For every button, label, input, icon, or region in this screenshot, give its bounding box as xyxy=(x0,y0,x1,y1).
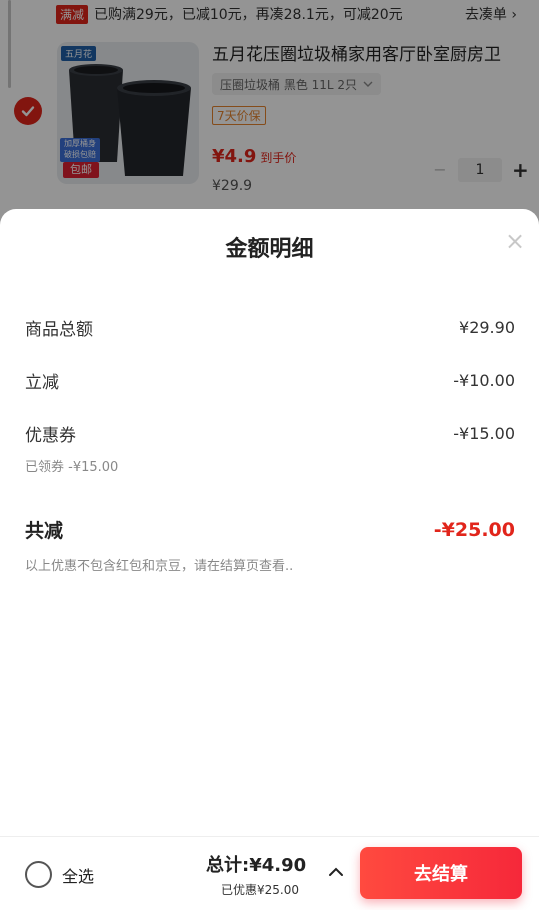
row-value: -¥15.00 xyxy=(453,424,515,443)
checkout-bar: 全选 总计:¥4.90 已优惠¥25.00 去结算 xyxy=(0,836,539,910)
row-label: 优惠券 xyxy=(25,426,76,446)
row-label: 立减 xyxy=(25,373,59,393)
amount-details-sheet: 金额明细 × 商品总额 ¥29.90 立减 -¥10.00 优惠券 -¥15.0… xyxy=(0,209,539,910)
select-all-radio[interactable] xyxy=(25,861,52,888)
row-label: 商品总额 xyxy=(25,320,93,340)
sheet-title: 金额明细 xyxy=(225,237,314,262)
total-discount-label: 共减 xyxy=(25,520,64,542)
total-amount: 总计:¥4.90 xyxy=(206,855,307,876)
coupon-note: 已领券 -¥15.00 xyxy=(25,460,119,475)
total-summary[interactable]: 总计:¥4.90 已优惠¥25.00 xyxy=(206,851,314,898)
saved-amount: 已优惠¥25.00 xyxy=(221,883,299,897)
row-instant-discount: 立减 -¥10.00 xyxy=(25,368,515,393)
row-total-discount: 共减 -¥25.00 xyxy=(25,516,515,543)
close-icon[interactable]: × xyxy=(505,229,525,253)
select-all-label: 全选 xyxy=(62,866,95,886)
total-discount-value: -¥25.00 xyxy=(433,518,515,541)
row-goods-total: 商品总额 ¥29.90 xyxy=(25,315,515,340)
chevron-up-icon[interactable] xyxy=(328,865,344,879)
row-value: -¥10.00 xyxy=(453,371,515,390)
modal-backdrop[interactable] xyxy=(0,0,539,240)
discount-disclaimer: 以上优惠不包含红包和京豆，请在结算页查看.. xyxy=(25,559,294,574)
checkout-button[interactable]: 去结算 xyxy=(360,847,522,899)
row-value: ¥29.90 xyxy=(459,318,515,337)
row-coupon: 优惠券 -¥15.00 xyxy=(25,421,515,446)
select-all-toggle[interactable]: 全选 xyxy=(25,861,94,888)
